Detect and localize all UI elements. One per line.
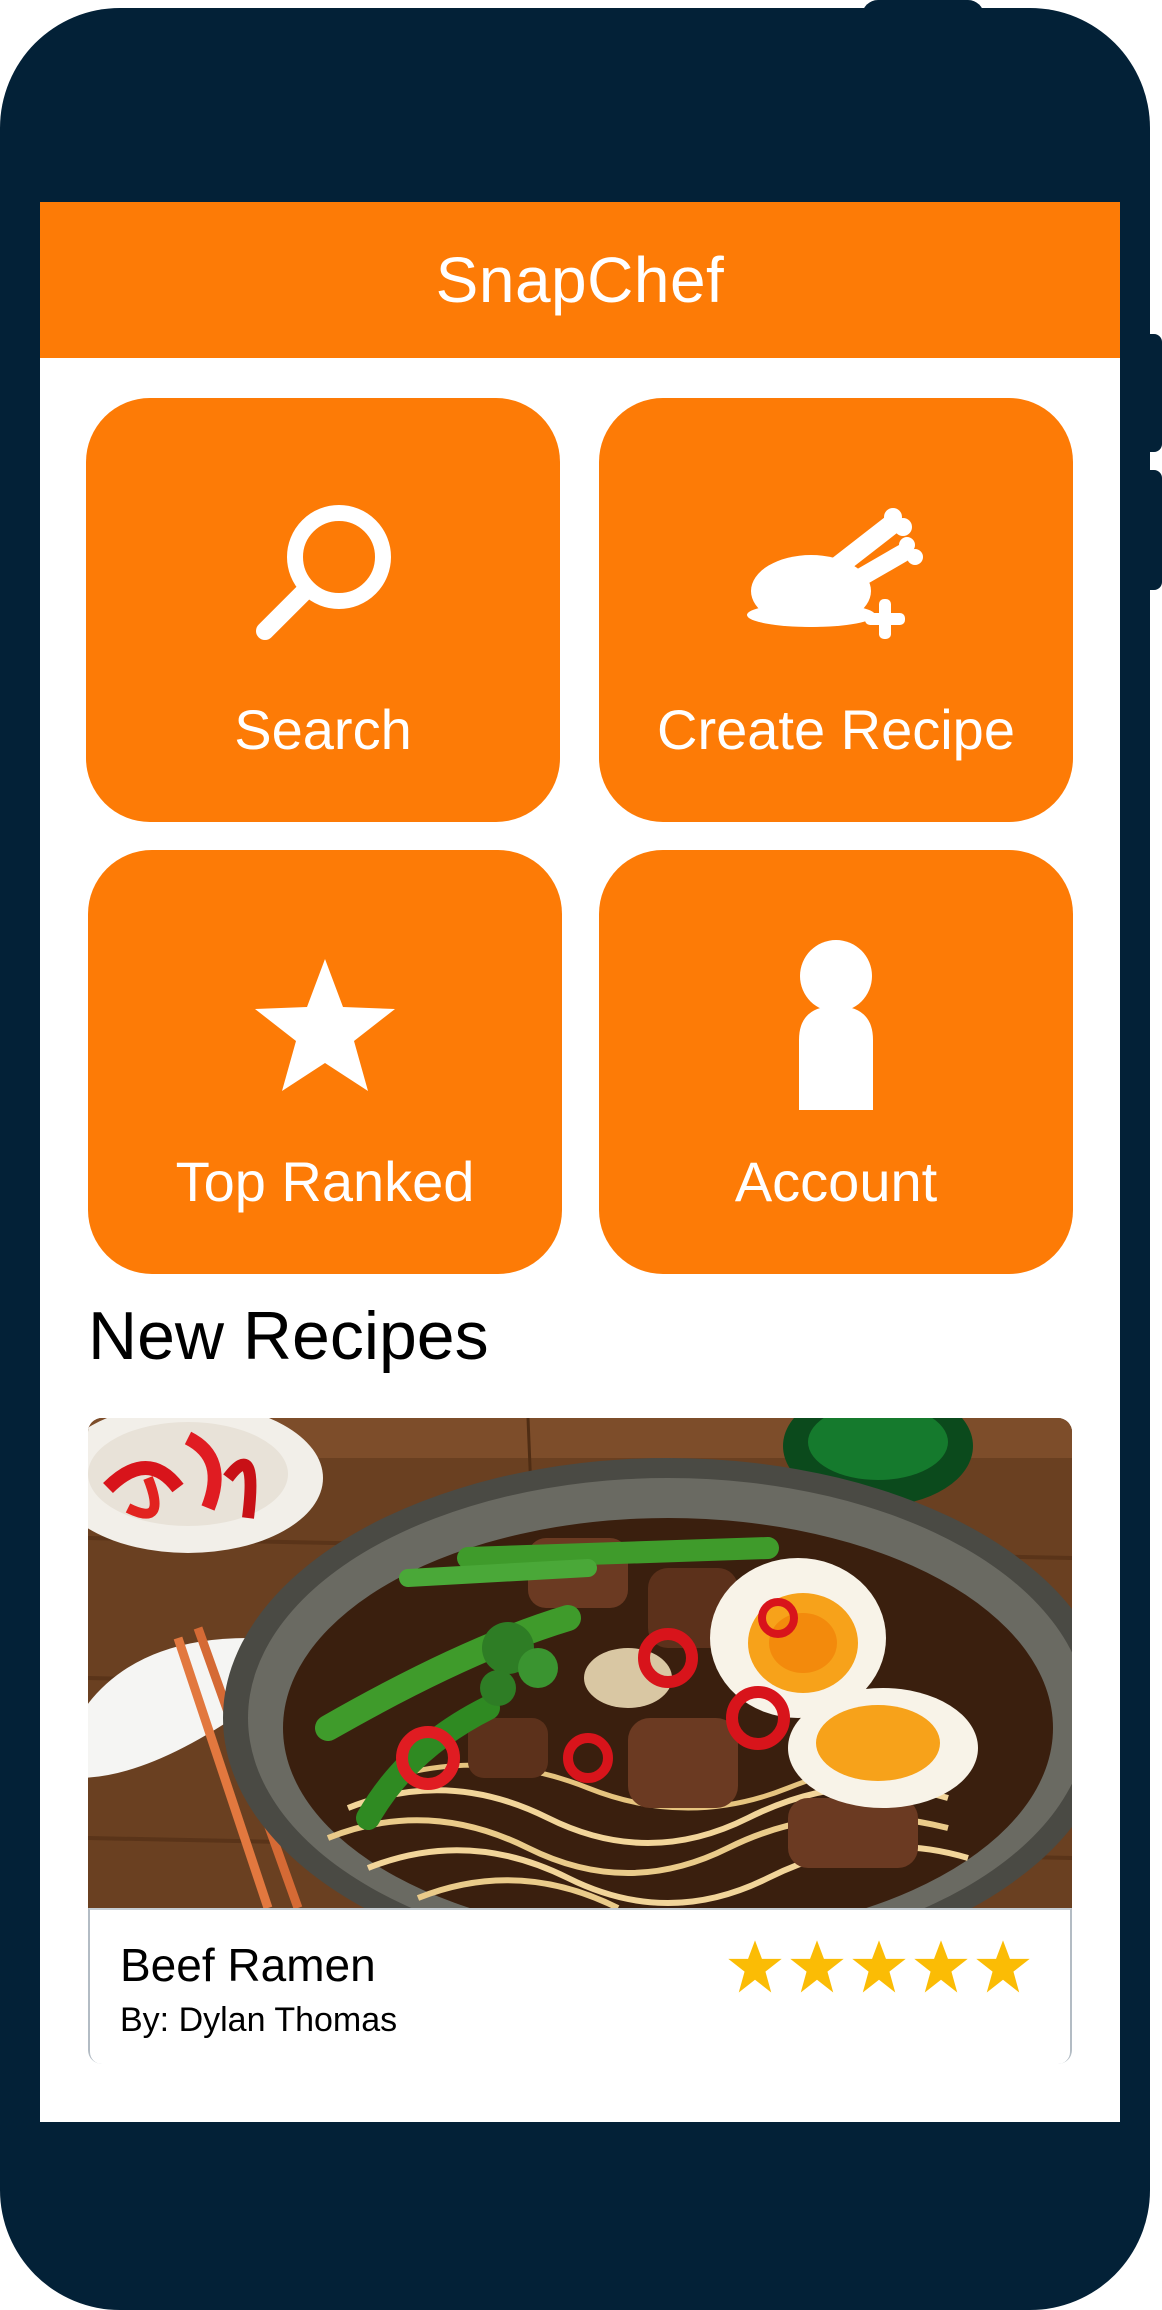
star-icon: [88, 950, 562, 1100]
account-tile-label: Account: [734, 1150, 938, 1213]
recipe-name: Beef Ramen: [120, 1939, 376, 1991]
top-ranked-tile[interactable]: Top Ranked: [88, 850, 562, 1274]
rating-star-icon: [728, 1940, 782, 1993]
beef-ramen-photo: [88, 1418, 1072, 1908]
new-recipes-heading: New Recipes: [88, 1298, 489, 1374]
rating-star-icon: [790, 1940, 844, 1993]
top-ranked-tile-label: Top Ranked: [175, 1150, 475, 1213]
create-recipe-tile-label: Create Recipe: [657, 698, 1015, 761]
app-screen: SnapChef Search Create Recipe Top Ranked…: [40, 202, 1120, 2122]
app-bar: SnapChef: [40, 202, 1120, 358]
search-icon: [86, 498, 560, 648]
recipe-rating: [726, 1938, 1032, 1996]
create-recipe-tile[interactable]: Create Recipe: [599, 398, 1073, 822]
recipe-author: By: Dylan Thomas: [120, 2001, 398, 2039]
phone-frame: SnapChef Search Create Recipe Top Ranked…: [0, 8, 1150, 2310]
app-title: SnapChef: [435, 244, 725, 316]
recipe-card[interactable]: Beef Ramen By: Dylan Thomas: [88, 1418, 1072, 2064]
person-icon: [599, 940, 1073, 1110]
rating-star-icon: [852, 1940, 906, 1993]
account-tile[interactable]: Account: [599, 850, 1073, 1274]
search-tile[interactable]: Search: [86, 398, 560, 822]
search-tile-label: Search: [234, 698, 412, 761]
rating-star-icon: [914, 1940, 968, 1993]
chicken-plus-icon: [599, 498, 1073, 648]
recipe-info: Beef Ramen By: Dylan Thomas: [88, 1908, 1072, 2064]
rating-star-icon: [976, 1940, 1030, 1993]
